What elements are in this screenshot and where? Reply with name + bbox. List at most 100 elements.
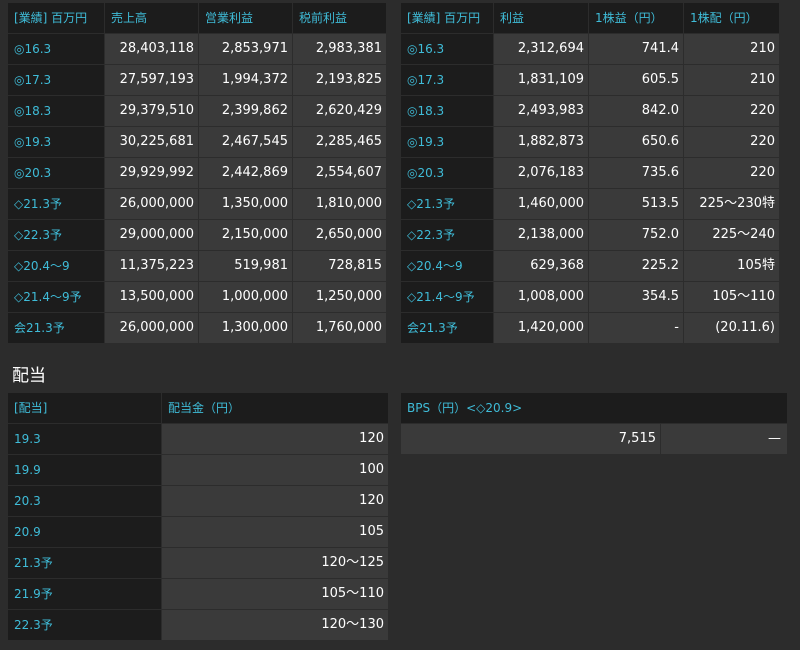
dps-cell: 225〜230特 bbox=[684, 189, 779, 219]
row-label: 会21.3予 bbox=[401, 313, 493, 343]
performance-table-left: [業績] 百万円 売上高 営業利益 税前利益 ◎16.3 28,403,118 2,853,… bbox=[8, 3, 386, 343]
net-profit-cell: 2,138,000 bbox=[494, 220, 588, 250]
bps-table: BPS（円）<◇20.9> 7,515 — bbox=[401, 393, 787, 454]
eps-cell: 605.5 bbox=[589, 65, 683, 95]
row-label: ◎19.3 bbox=[401, 127, 493, 157]
eps-cell: 513.5 bbox=[589, 189, 683, 219]
column-header: [配当] bbox=[8, 393, 161, 423]
row-label: ◎19.3 bbox=[8, 127, 104, 157]
sales-cell: 11,375,223 bbox=[105, 251, 198, 281]
sales-cell: 27,597,193 bbox=[105, 65, 198, 95]
bps-header: BPS（円）<◇20.9> bbox=[401, 393, 787, 423]
dividend-amount-cell: 120 bbox=[162, 486, 388, 516]
row-label: ◎16.3 bbox=[8, 34, 104, 64]
row-label: ◇22.3予 bbox=[8, 220, 104, 250]
column-header: [業績] 百万円 bbox=[401, 3, 493, 33]
pretax-profit-cell: 2,285,465 bbox=[293, 127, 386, 157]
pretax-profit-cell: 2,554,607 bbox=[293, 158, 386, 188]
dps-cell: 220 bbox=[684, 158, 779, 188]
dividend-period-label: 20.3 bbox=[8, 486, 161, 516]
column-header: 1株益（円） bbox=[589, 3, 683, 33]
row-label: ◎20.3 bbox=[401, 158, 493, 188]
operating-profit-cell: 2,150,000 bbox=[199, 220, 292, 250]
dps-cell: (20.11.6) bbox=[684, 313, 779, 343]
dividend-period-label: 21.3予 bbox=[8, 548, 161, 578]
pretax-profit-cell: 2,983,381 bbox=[293, 34, 386, 64]
dps-cell: 220 bbox=[684, 96, 779, 126]
dividend-section-title: 配当 bbox=[12, 366, 46, 386]
pretax-profit-cell: 728,815 bbox=[293, 251, 386, 281]
row-label: 会21.3予 bbox=[8, 313, 104, 343]
dividend-period-label: 20.9 bbox=[8, 517, 161, 547]
pretax-profit-cell: 1,250,000 bbox=[293, 282, 386, 312]
pretax-profit-cell: 2,620,429 bbox=[293, 96, 386, 126]
dividend-amount-cell: 120〜125 bbox=[162, 548, 388, 578]
row-label: ◎16.3 bbox=[401, 34, 493, 64]
operating-profit-cell: 2,467,545 bbox=[199, 127, 292, 157]
pretax-profit-cell: 2,193,825 bbox=[293, 65, 386, 95]
row-label: ◇21.4〜9予 bbox=[401, 282, 493, 312]
eps-cell: 741.4 bbox=[589, 34, 683, 64]
dividend-amount-cell: 120〜130 bbox=[162, 610, 388, 640]
stock-info-panel: [業績] 百万円 売上高 営業利益 税前利益 ◎16.3 28,403,118 2,853,… bbox=[0, 0, 800, 650]
dividend-amount-cell: 105 bbox=[162, 517, 388, 547]
performance-table-right: [業績] 百万円 利益 1株益（円） 1株配（円） ◎16.3 2,312,694 741.… bbox=[401, 3, 779, 343]
dividend-amount-cell: 100 bbox=[162, 455, 388, 485]
net-profit-cell: 1,460,000 bbox=[494, 189, 588, 219]
dividend-table: [配当] 配当金（円） 19.3 120 19.9 100 20.3 120 20.9 105 21… bbox=[8, 393, 388, 640]
operating-profit-cell: 2,442,869 bbox=[199, 158, 292, 188]
dps-cell: 220 bbox=[684, 127, 779, 157]
row-label: ◎18.3 bbox=[401, 96, 493, 126]
eps-cell: 842.0 bbox=[589, 96, 683, 126]
net-profit-cell: 1,882,873 bbox=[494, 127, 588, 157]
column-header: 利益 bbox=[494, 3, 588, 33]
eps-cell: - bbox=[589, 313, 683, 343]
operating-profit-cell: 519,981 bbox=[199, 251, 292, 281]
net-profit-cell: 2,493,983 bbox=[494, 96, 588, 126]
row-label: ◎17.3 bbox=[8, 65, 104, 95]
sales-cell: 29,000,000 bbox=[105, 220, 198, 250]
pretax-profit-cell: 2,650,000 bbox=[293, 220, 386, 250]
row-label: ◇21.4〜9予 bbox=[8, 282, 104, 312]
operating-profit-cell: 1,994,372 bbox=[199, 65, 292, 95]
eps-cell: 650.6 bbox=[589, 127, 683, 157]
bps-extra: — bbox=[661, 424, 787, 454]
dividend-period-label: 22.3予 bbox=[8, 610, 161, 640]
sales-cell: 13,500,000 bbox=[105, 282, 198, 312]
column-header: 営業利益 bbox=[199, 3, 292, 33]
operating-profit-cell: 1,300,000 bbox=[199, 313, 292, 343]
sales-cell: 26,000,000 bbox=[105, 313, 198, 343]
net-profit-cell: 1,831,109 bbox=[494, 65, 588, 95]
net-profit-cell: 1,420,000 bbox=[494, 313, 588, 343]
eps-cell: 354.5 bbox=[589, 282, 683, 312]
sales-cell: 28,403,118 bbox=[105, 34, 198, 64]
dividend-amount-cell: 120 bbox=[162, 424, 388, 454]
dps-cell: 225〜240 bbox=[684, 220, 779, 250]
operating-profit-cell: 1,350,000 bbox=[199, 189, 292, 219]
pretax-profit-cell: 1,810,000 bbox=[293, 189, 386, 219]
operating-profit-cell: 1,000,000 bbox=[199, 282, 292, 312]
eps-cell: 752.0 bbox=[589, 220, 683, 250]
column-header: 配当金（円） bbox=[162, 393, 388, 423]
dividend-period-label: 19.3 bbox=[8, 424, 161, 454]
bps-value: 7,515 bbox=[401, 424, 660, 454]
sales-cell: 26,000,000 bbox=[105, 189, 198, 219]
net-profit-cell: 1,008,000 bbox=[494, 282, 588, 312]
dividend-period-label: 21.9予 bbox=[8, 579, 161, 609]
row-label: ◇21.3予 bbox=[401, 189, 493, 219]
column-header: 税前利益 bbox=[293, 3, 386, 33]
column-header: 売上高 bbox=[105, 3, 198, 33]
row-label: ◎18.3 bbox=[8, 96, 104, 126]
sales-cell: 30,225,681 bbox=[105, 127, 198, 157]
pretax-profit-cell: 1,760,000 bbox=[293, 313, 386, 343]
eps-cell: 735.6 bbox=[589, 158, 683, 188]
row-label: ◇21.3予 bbox=[8, 189, 104, 219]
column-header: [業績] 百万円 bbox=[8, 3, 104, 33]
dps-cell: 210 bbox=[684, 65, 779, 95]
sales-cell: 29,379,510 bbox=[105, 96, 198, 126]
dividend-period-label: 19.9 bbox=[8, 455, 161, 485]
operating-profit-cell: 2,399,862 bbox=[199, 96, 292, 126]
row-label: ◎17.3 bbox=[401, 65, 493, 95]
dps-cell: 210 bbox=[684, 34, 779, 64]
dps-cell: 105〜110 bbox=[684, 282, 779, 312]
